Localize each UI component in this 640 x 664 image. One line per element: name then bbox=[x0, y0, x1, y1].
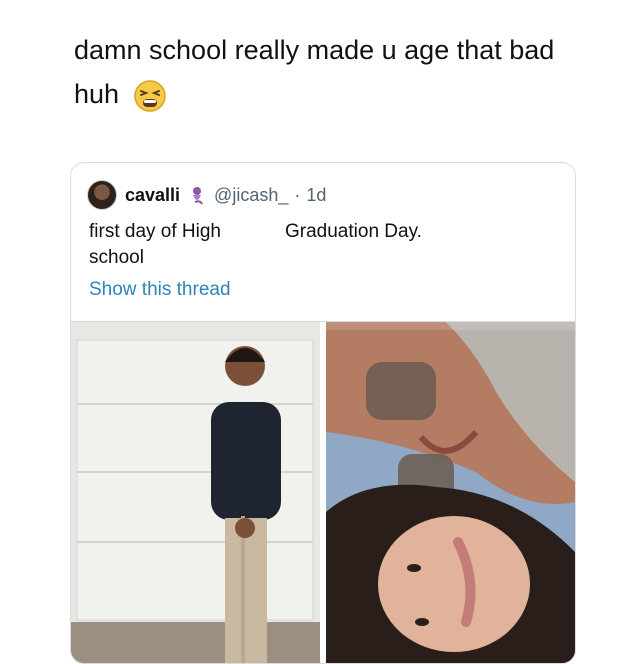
selfie-graduation-photo[interactable] bbox=[326, 322, 575, 663]
tweet-media bbox=[71, 321, 575, 663]
avatar[interactable] bbox=[87, 180, 117, 210]
show-thread-link[interactable]: Show this thread bbox=[89, 279, 231, 301]
tweet-header: cavalli @jicash_ · 1d bbox=[87, 180, 326, 210]
tweet-text-left: first day of High school bbox=[89, 221, 221, 268]
quoted-tweet-card[interactable]: cavalli @jicash_ · 1d first day of High … bbox=[70, 162, 576, 664]
student-first-day-photo[interactable] bbox=[71, 322, 320, 663]
separator-dot: · bbox=[294, 184, 301, 205]
tweet-text-right: Graduation Day. bbox=[285, 221, 422, 242]
caption: damn school really made u age that bad h… bbox=[74, 28, 594, 116]
display-name[interactable]: cavalli bbox=[125, 185, 180, 206]
user-handle[interactable]: @jicash_ bbox=[214, 185, 288, 206]
timestamp[interactable]: 1d bbox=[306, 185, 326, 206]
tired-face-emoji-icon bbox=[133, 79, 167, 113]
genie-emoji-icon bbox=[186, 184, 208, 206]
